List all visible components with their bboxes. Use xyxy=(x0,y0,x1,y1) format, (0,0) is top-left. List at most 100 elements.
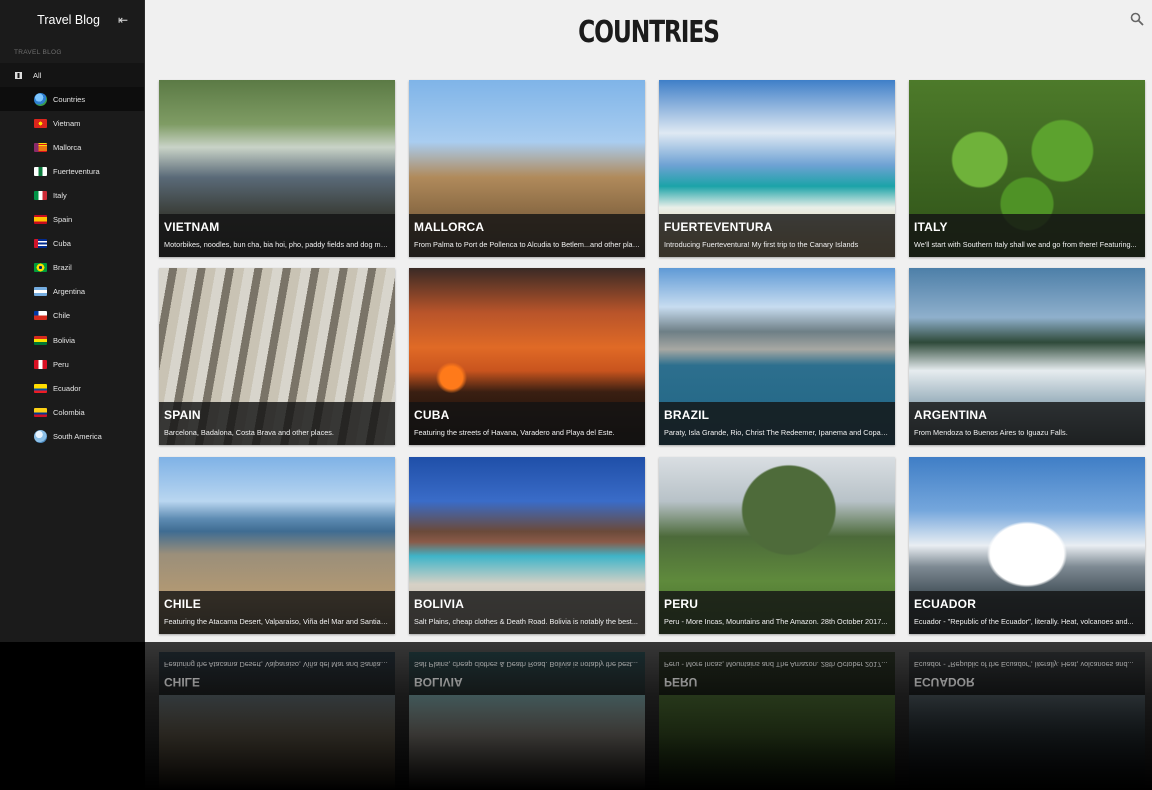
flag-italy-icon xyxy=(34,191,47,201)
flag-fuerteventura-icon xyxy=(34,166,47,176)
card-caption: FUERTEVENTURA Introducing Fuerteventura!… xyxy=(659,214,895,257)
app-title: Travel Blog xyxy=(37,13,100,27)
card-description: Featuring the Atacama Desert, Valparaiso… xyxy=(164,617,390,626)
sidebar-item-label: Fuerteventura xyxy=(53,166,100,176)
sidebar-item-label: Italy xyxy=(53,191,67,201)
flag-chile-icon xyxy=(34,311,47,321)
card-description: We'll start with Southern Italy shall we… xyxy=(914,240,1137,249)
sidebar-section-label: Travel Blog xyxy=(14,49,62,56)
country-card-bolivia[interactable]: BOLIVIA Salt Plains, cheap clothes & Dea… xyxy=(409,457,645,634)
country-card-vietnam[interactable]: VIETNAM Motorbikes, noodles, bun cha, bi… xyxy=(159,80,395,257)
sidebar-item-argentina[interactable]: Argentina xyxy=(0,280,144,304)
sidebar-item-countries[interactable]: Countries xyxy=(0,87,144,112)
sidebar-item-label: Vietnam xyxy=(53,118,81,128)
sidebar-item-italy[interactable]: Italy xyxy=(0,183,144,207)
sidebar-item-label: Countries xyxy=(53,94,86,104)
card-title: CUBA xyxy=(414,408,450,422)
page-title: COUNTRIES xyxy=(578,15,720,50)
card-caption: BRAZIL Paraty, Isla Grande, Rio, Christ … xyxy=(659,402,895,445)
flag-argentina-icon xyxy=(34,287,47,297)
sidebar: Travel Blog ⇤ Travel Blog All Countries … xyxy=(0,0,145,642)
card-caption: CHILE Featuring the Atacama Desert, Valp… xyxy=(159,591,395,634)
flag-mallorca-icon xyxy=(34,142,47,152)
country-card-chile[interactable]: CHILE Featuring the Atacama Desert, Valp… xyxy=(159,457,395,634)
main-content: COUNTRIES VIETNAM Motorbikes, noodles, b… xyxy=(145,0,1152,642)
sidebar-item-south-america[interactable]: South America xyxy=(0,424,144,448)
country-card-ecuador[interactable]: ECUADOR Ecuador - "Republic of the Ecuad… xyxy=(909,457,1145,634)
card-description: Introducing Fuerteventura! My first trip… xyxy=(664,240,859,249)
sidebar-item-fuerteventura[interactable]: Fuerteventura xyxy=(0,159,144,183)
flag-ecuador-icon xyxy=(34,383,47,393)
country-card-cuba[interactable]: CUBA Featuring the streets of Havana, Va… xyxy=(409,268,645,445)
card-description: From Mendoza to Buenos Aires to Iguazu F… xyxy=(914,428,1068,437)
globe-icon xyxy=(34,429,47,443)
country-card-fuerteventura[interactable]: FUERTEVENTURA Introducing Fuerteventura!… xyxy=(659,80,895,257)
card-title: VIETNAM xyxy=(164,220,220,234)
country-card-peru[interactable]: PERU Peru - More Incas, Mountains and Th… xyxy=(659,457,895,634)
card-title: ARGENTINA xyxy=(914,408,988,422)
sidebar-header: Travel Blog ⇤ xyxy=(0,0,144,40)
card-description: From Palma to Port de Pollenca to Alcudi… xyxy=(414,240,640,249)
country-card-brazil[interactable]: BRAZIL Paraty, Isla Grande, Rio, Christ … xyxy=(659,268,895,445)
country-card-spain[interactable]: SPAIN Barcelona, Badalona, Costa Brava a… xyxy=(159,268,395,445)
card-caption: SPAIN Barcelona, Badalona, Costa Brava a… xyxy=(159,402,395,445)
sidebar-item-label: Ecuador xyxy=(53,383,81,393)
sidebar-item-label: Peru xyxy=(53,359,69,369)
sidebar-item-brazil[interactable]: Brazil xyxy=(0,256,144,280)
sidebar-item-ecuador[interactable]: Ecuador xyxy=(0,376,144,400)
flag-peru-icon xyxy=(34,359,47,369)
sidebar-item-label: South America xyxy=(53,431,102,441)
card-title: CHILE xyxy=(164,597,201,611)
sidebar-item-label: Bolivia xyxy=(53,335,76,345)
card-description: Ecuador - "Republic of the Ecuador", lit… xyxy=(914,617,1134,626)
flag-colombia-icon xyxy=(34,407,47,417)
country-card-mallorca[interactable]: MALLORCA From Palma to Port de Pollenca … xyxy=(409,80,645,257)
map-icon xyxy=(15,71,22,79)
card-caption: ECUADOR Ecuador - "Republic of the Ecuad… xyxy=(909,591,1145,634)
card-title: ITALY xyxy=(914,220,948,234)
card-caption: ITALY We'll start with Southern Italy sh… xyxy=(909,214,1145,257)
country-card-argentina[interactable]: ARGENTINA From Mendoza to Buenos Aires t… xyxy=(909,268,1145,445)
card-title: FUERTEVENTURA xyxy=(664,220,773,234)
sidebar-item-bolivia[interactable]: Bolivia xyxy=(0,328,144,352)
card-description: Peru - More Incas, Mountains and The Ama… xyxy=(664,617,888,626)
reflection-fade xyxy=(0,642,1152,790)
card-title: BOLIVIA xyxy=(414,597,465,611)
sidebar-item-label: Colombia xyxy=(53,407,85,417)
flag-spain-icon xyxy=(34,215,47,225)
sidebar-item-cuba[interactable]: Cuba xyxy=(0,232,144,256)
card-title: ECUADOR xyxy=(914,597,977,611)
flag-bolivia-icon xyxy=(34,335,47,345)
sidebar-item-colombia[interactable]: Colombia xyxy=(0,400,144,424)
search-icon[interactable] xyxy=(1130,12,1144,26)
reflection-area: CHILE Featuring the Atacama Desert, Valp… xyxy=(0,642,1152,790)
country-card-italy[interactable]: ITALY We'll start with Southern Italy sh… xyxy=(909,80,1145,257)
card-title: PERU xyxy=(664,597,699,611)
sidebar-item-chile[interactable]: Chile xyxy=(0,304,144,328)
card-caption: ARGENTINA From Mendoza to Buenos Aires t… xyxy=(909,402,1145,445)
sidebar-menu: All Countries Vietnam Mallorca Fuerteven… xyxy=(0,63,144,449)
sidebar-item-label: Spain xyxy=(53,215,73,225)
card-description: Featuring the streets of Havana, Varader… xyxy=(414,428,615,437)
sidebar-item-label: Brazil xyxy=(53,263,72,273)
sidebar-item-spain[interactable]: Spain xyxy=(0,208,144,232)
card-description: Paraty, Isla Grande, Rio, Christ The Red… xyxy=(664,428,890,437)
sidebar-item-label: Cuba xyxy=(53,239,71,249)
card-caption: BOLIVIA Salt Plains, cheap clothes & Dea… xyxy=(409,591,645,634)
card-title: MALLORCA xyxy=(414,220,485,234)
sidebar-item-mallorca[interactable]: Mallorca xyxy=(0,135,144,159)
flag-brazil-icon xyxy=(34,263,47,273)
sidebar-item-label: Mallorca xyxy=(53,142,82,152)
sidebar-item-label: All xyxy=(33,70,42,80)
flag-vietnam-icon xyxy=(34,118,47,128)
collapse-arrow-icon[interactable]: ⇤ xyxy=(118,14,128,26)
sidebar-item-label: Argentina xyxy=(53,287,86,297)
sidebar-item-all[interactable]: All xyxy=(0,63,144,88)
card-title: SPAIN xyxy=(164,408,201,422)
sidebar-item-vietnam[interactable]: Vietnam xyxy=(0,111,144,135)
card-description: Barcelona, Badalona, Costa Brava and oth… xyxy=(164,428,334,437)
sidebar-item-peru[interactable]: Peru xyxy=(0,352,144,376)
card-description: Salt Plains, cheap clothes & Death Road.… xyxy=(414,617,638,626)
sidebar-item-label: Chile xyxy=(53,311,71,321)
globe-icon xyxy=(34,92,47,106)
